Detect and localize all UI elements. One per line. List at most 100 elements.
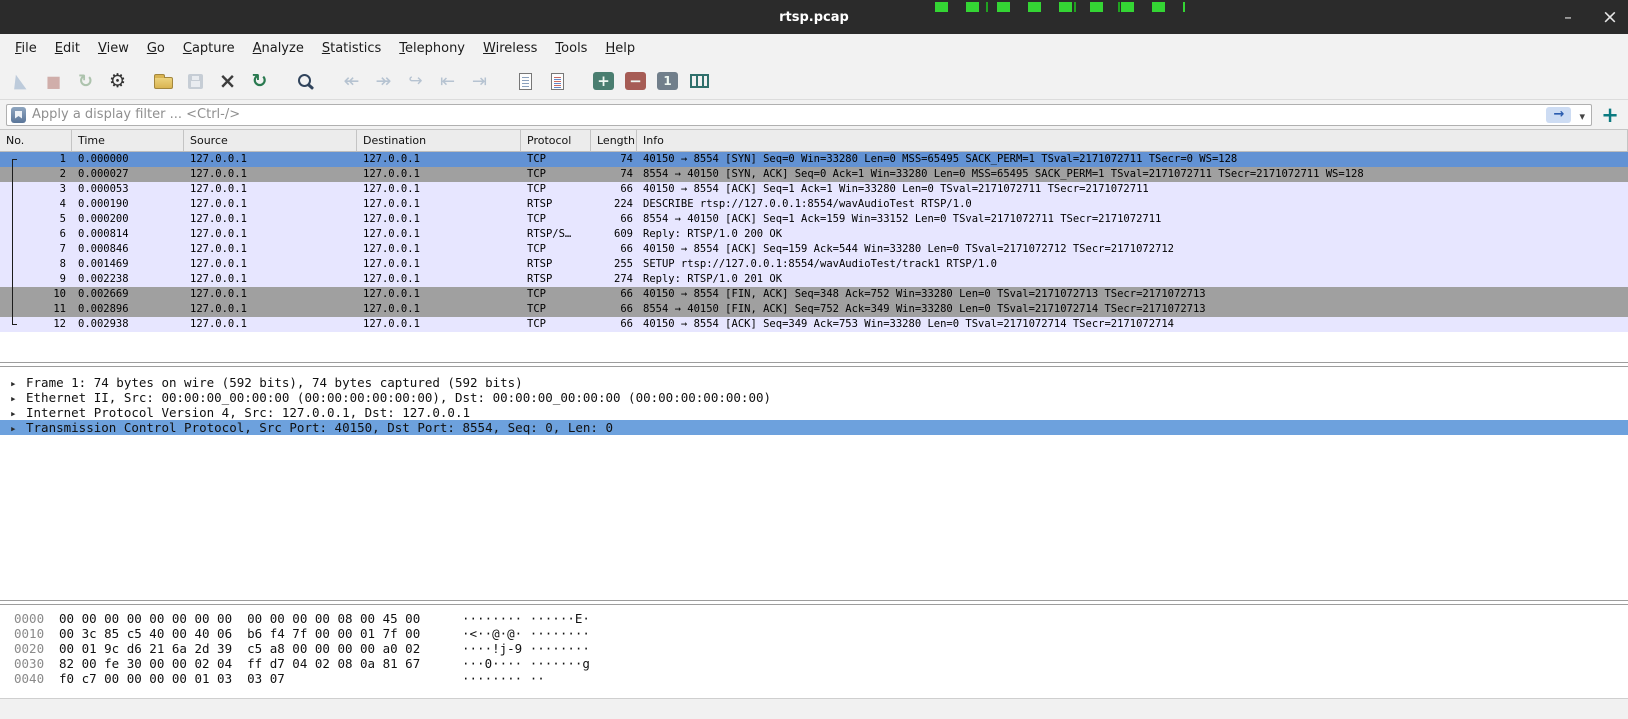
save-file-button[interactable]: [182, 68, 209, 95]
menu-item[interactable]: Statistics: [313, 37, 390, 60]
packet-info: DESCRIBE rtsp://127.0.0.1:8554/wavAudioT…: [637, 197, 1628, 212]
packet-row[interactable]: 4 0.000190 127.0.0.1 127.0.0.1 RTSP 224 …: [0, 197, 1628, 212]
packet-source: 127.0.0.1: [184, 197, 357, 212]
packet-row[interactable]: 5 0.000200 127.0.0.1 127.0.0.1 TCP 66 85…: [0, 212, 1628, 227]
packet-source: 127.0.0.1: [184, 317, 357, 332]
hex-ascii[interactable]: ········ ······E·: [462, 611, 590, 626]
menu-item[interactable]: Analyze: [244, 37, 313, 60]
menu-item[interactable]: Telephony: [390, 37, 474, 60]
expander-icon[interactable]: [10, 405, 26, 421]
open-file-button[interactable]: [150, 68, 177, 95]
zoom-in-button[interactable]: [590, 68, 617, 95]
restart-capture-button[interactable]: [72, 68, 99, 95]
column-header[interactable]: Length: [591, 130, 637, 151]
display-filter-input[interactable]: [32, 107, 1540, 122]
hex-bytes[interactable]: 82 00 fe 30 00 00 02 04 ff d7 04 02 08 0…: [59, 656, 431, 671]
expander-icon[interactable]: [10, 375, 26, 391]
hex-bytes[interactable]: 00 3c 85 c5 40 00 40 06 b6 f4 7f 00 00 0…: [59, 626, 431, 641]
close-button[interactable]: [1600, 7, 1620, 27]
packet-protocol: TCP: [521, 182, 591, 197]
packet-row[interactable]: 10 0.002669 127.0.0.1 127.0.0.1 TCP 66 4…: [0, 287, 1628, 302]
detail-line[interactable]: Transmission Control Protocol, Src Port:…: [0, 420, 1628, 435]
title-bar[interactable]: rtsp.pcap: [0, 0, 1628, 34]
hex-line[interactable]: 0030 82 00 fe 30 00 00 02 04 ff d7 04 02…: [14, 656, 1628, 671]
reload-file-button[interactable]: [246, 68, 273, 95]
hex-bytes[interactable]: f0 c7 00 00 00 00 01 03 03 07: [59, 671, 431, 686]
packet-row[interactable]: 2 0.000027 127.0.0.1 127.0.0.1 TCP 74 85…: [0, 167, 1628, 182]
menu-item[interactable]: Capture: [174, 37, 244, 60]
find-packet-button[interactable]: [292, 68, 319, 95]
start-capture-button[interactable]: [8, 68, 35, 95]
hex-ascii[interactable]: ····!j-9 ········: [462, 641, 590, 656]
packet-length: 74: [591, 167, 637, 182]
packet-row[interactable]: 9 0.002238 127.0.0.1 127.0.0.1 RTSP 274 …: [0, 272, 1628, 287]
menu-item[interactable]: File: [6, 37, 46, 60]
first-packet-button[interactable]: [434, 68, 461, 95]
hex-bytes[interactable]: 00 00 00 00 00 00 00 00 00 00 00 00 08 0…: [59, 611, 431, 626]
resize-columns-button[interactable]: [686, 68, 713, 95]
menu-item[interactable]: Help: [596, 37, 644, 60]
status-bar: [0, 698, 1628, 719]
filter-bookmark-icon[interactable]: [11, 107, 26, 123]
menu-item[interactable]: Edit: [46, 37, 89, 60]
hex-ascii[interactable]: ···0···· ·······g: [462, 656, 590, 671]
last-packet-button[interactable]: [466, 68, 493, 95]
detail-line[interactable]: Internet Protocol Version 4, Src: 127.0.…: [0, 405, 1628, 420]
menu-item[interactable]: Go: [138, 37, 174, 60]
zoom-out-button[interactable]: [622, 68, 649, 95]
column-header[interactable]: Time: [72, 130, 184, 151]
packet-destination: 127.0.0.1: [357, 317, 521, 332]
packet-row[interactable]: 6 0.000814 127.0.0.1 127.0.0.1 RTSP/S… 6…: [0, 227, 1628, 242]
packet-row[interactable]: 3 0.000053 127.0.0.1 127.0.0.1 TCP 66 40…: [0, 182, 1628, 197]
hex-line[interactable]: 0020 00 01 9c d6 21 6a 2d 39 c5 a8 00 00…: [14, 641, 1628, 656]
column-header[interactable]: Destination: [357, 130, 521, 151]
column-header[interactable]: Info: [637, 130, 1628, 151]
packet-length: 609: [591, 227, 637, 242]
go-forward-button[interactable]: [370, 68, 397, 95]
colorize-button[interactable]: [544, 68, 571, 95]
column-header[interactable]: Protocol: [521, 130, 591, 151]
menu-item[interactable]: Tools: [546, 37, 596, 60]
detail-line[interactable]: Ethernet II, Src: 00:00:00_00:00:00 (00:…: [0, 390, 1628, 405]
packet-number: 9: [60, 273, 66, 285]
capture-options-button[interactable]: [104, 68, 131, 95]
packet-row[interactable]: 12 0.002938 127.0.0.1 127.0.0.1 TCP 66 4…: [0, 317, 1628, 332]
zoom-original-button[interactable]: [654, 68, 681, 95]
packet-row[interactable]: 1 0.000000 127.0.0.1 127.0.0.1 TCP 74 40…: [0, 152, 1628, 167]
first-packet-icon: [440, 71, 455, 92]
hex-ascii[interactable]: ·<··@·@· ········: [462, 626, 590, 641]
detail-line[interactable]: Frame 1: 74 bytes on wire (592 bits), 74…: [0, 375, 1628, 390]
hex-line[interactable]: 0000 00 00 00 00 00 00 00 00 00 00 00 00…: [14, 611, 1628, 626]
packet-protocol: TCP: [521, 152, 591, 167]
display-filter-field[interactable]: [6, 104, 1592, 126]
apply-filter-icon[interactable]: [1546, 107, 1571, 123]
minimize-button[interactable]: [1558, 7, 1578, 27]
hex-ascii[interactable]: ········ ··: [462, 671, 545, 686]
packet-row[interactable]: 11 0.002896 127.0.0.1 127.0.0.1 TCP 66 8…: [0, 302, 1628, 317]
menu-item[interactable]: View: [89, 37, 138, 60]
hex-line[interactable]: 0010 00 3c 85 c5 40 00 40 06 b6 f4 7f 00…: [14, 626, 1628, 641]
restart-icon: [78, 71, 93, 92]
packet-time: 0.000000: [72, 152, 184, 167]
close-file-button[interactable]: [214, 68, 241, 95]
forward-arrow-icon: [376, 70, 392, 92]
auto-scroll-button[interactable]: [512, 68, 539, 95]
column-header[interactable]: No.: [0, 130, 72, 151]
stop-capture-button[interactable]: [40, 68, 67, 95]
window-title: rtsp.pcap: [779, 10, 849, 25]
filter-dropdown-icon[interactable]: [1577, 105, 1587, 124]
add-filter-button[interactable]: [1598, 103, 1622, 127]
hex-bytes[interactable]: 00 01 9c d6 21 6a 2d 39 c5 a8 00 00 00 0…: [59, 641, 431, 656]
expander-icon[interactable]: [10, 420, 26, 436]
packet-list-header: No. Time Source Destination Protocol Len…: [0, 130, 1628, 152]
go-to-packet-button[interactable]: [402, 68, 429, 95]
detail-text: Ethernet II, Src: 00:00:00_00:00:00 (00:…: [26, 390, 771, 405]
packet-row[interactable]: 7 0.000846 127.0.0.1 127.0.0.1 TCP 66 40…: [0, 242, 1628, 257]
packet-number: 8: [60, 258, 66, 270]
expander-icon[interactable]: [10, 390, 26, 406]
hex-line[interactable]: 0040 f0 c7 00 00 00 00 01 03 03 07 ·····…: [14, 671, 1628, 686]
menu-item[interactable]: Wireless: [474, 37, 546, 60]
packet-row[interactable]: 8 0.001469 127.0.0.1 127.0.0.1 RTSP 255 …: [0, 257, 1628, 272]
go-back-button[interactable]: [338, 68, 365, 95]
column-header[interactable]: Source: [184, 130, 357, 151]
